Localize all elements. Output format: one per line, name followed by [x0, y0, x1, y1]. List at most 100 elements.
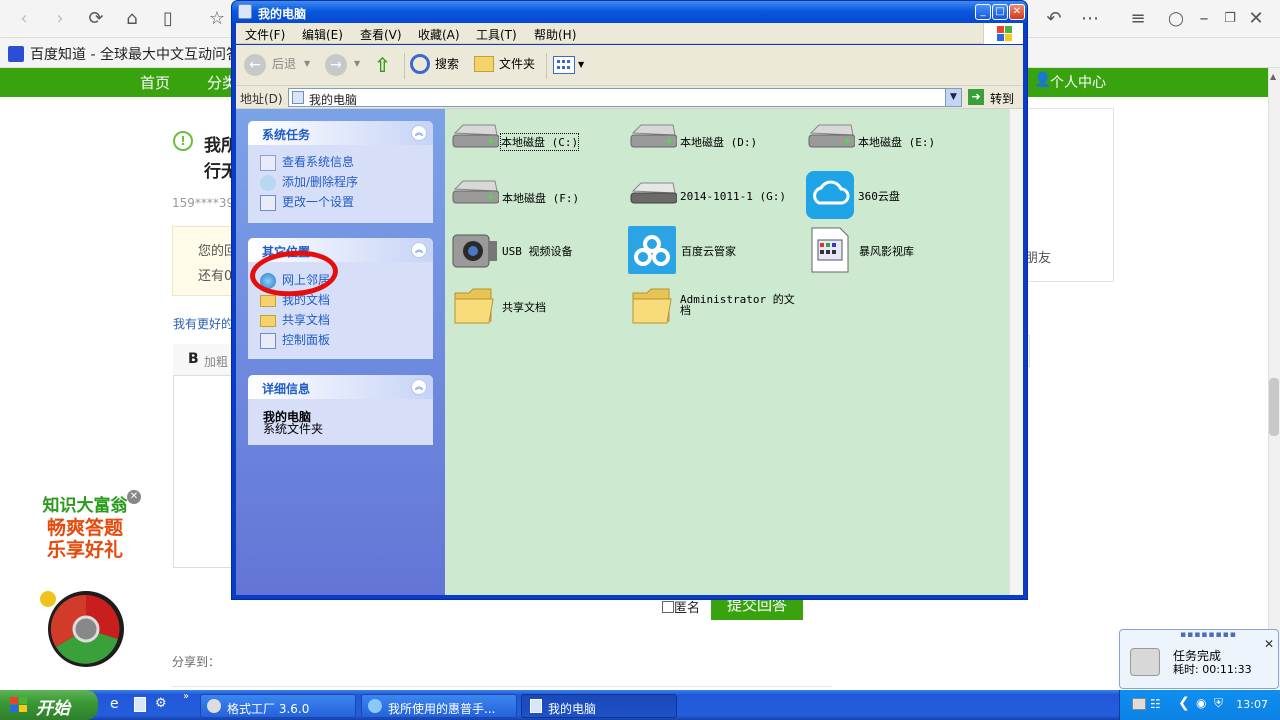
place-control-panel[interactable]: 控制面板 [260, 331, 330, 349]
back-arrow-icon[interactable]: ‹ [12, 7, 36, 31]
shield-icon[interactable]: ⛨ [1214, 696, 1223, 711]
hard-drive-icon [808, 124, 855, 148]
restore-icon[interactable]: ❐ [1218, 7, 1242, 31]
start-button[interactable]: 开始 [0, 690, 98, 720]
window-title: 我的电脑 [258, 7, 307, 21]
views-dropdown-icon[interactable]: ▼ [578, 60, 584, 69]
reading-view-icon[interactable]: ▯ [156, 7, 180, 31]
menu-view[interactable]: 查看(V) [360, 26, 402, 43]
ad-close-icon[interactable]: ✕ [127, 490, 141, 504]
bold-label[interactable]: 加粗 [204, 353, 228, 370]
menu-help[interactable]: 帮助(H) [534, 26, 576, 43]
task-complete-notification[interactable]: ▪▪▪▪▪▪▪▪ 任务完成 耗时: 00:11:33 ✕ [1119, 629, 1279, 689]
anonymous-checkbox[interactable] [662, 601, 674, 613]
home-icon[interactable]: ⌂ [120, 7, 144, 31]
my-computer-icon [530, 699, 542, 713]
address-field[interactable]: 我的电脑 ▼ [288, 88, 962, 107]
go-arrow-icon: ➜ [968, 89, 984, 105]
undo-icon[interactable]: ↶ [1042, 7, 1066, 31]
back-circle-icon[interactable]: ← [244, 54, 266, 76]
collapse-icon[interactable]: ︽ [411, 125, 427, 141]
task-format-factory[interactable]: 格式工厂 3.6.0 [200, 694, 356, 718]
back-dropdown-icon[interactable]: ▼ [304, 59, 310, 68]
system-tasks-panel: 系统任务 ︽ 查看系统信息 添加/删除程序 更改一个设置 [248, 121, 433, 223]
bold-icon[interactable]: B [188, 351, 199, 367]
windows-flag-icon [10, 697, 27, 712]
task-browser[interactable]: 我所使用的惠普手... [361, 694, 517, 718]
collapse-icon[interactable]: ︽ [411, 242, 427, 258]
360-cloud-drive[interactable]: 360云盘 [806, 171, 976, 221]
menu-tools[interactable]: 工具(T) [476, 26, 517, 43]
forward-dropdown-icon[interactable]: ▼ [354, 59, 360, 68]
drive-c[interactable]: 本地磁盘 (C:) [451, 121, 621, 171]
task-add-remove-programs[interactable]: 添加/删除程序 [260, 173, 358, 191]
keyboard-icon[interactable] [1132, 698, 1146, 710]
drive-f[interactable]: 本地磁盘 (F:) [451, 177, 621, 227]
drive-d[interactable]: 本地磁盘 (D:) [629, 121, 799, 171]
window-close-button[interactable]: ✕ [1009, 4, 1025, 20]
window-minimize-button[interactable]: _ [975, 4, 991, 20]
administrator-documents-folder[interactable]: Administrator 的文档 [631, 285, 811, 335]
camera-icon [452, 234, 497, 268]
ie-icon[interactable]: e [110, 696, 126, 712]
refresh-icon[interactable]: ⟳ [84, 7, 108, 31]
hard-drive-icon [630, 124, 677, 148]
task-my-computer[interactable]: 我的电脑 [521, 694, 677, 718]
nav-personal-center[interactable]: 个人中心 [1050, 72, 1106, 92]
menu-file[interactable]: 文件(F) [245, 26, 285, 43]
baofeng-video-library[interactable]: 暴风影视库 [808, 226, 978, 276]
details-panel: 详细信息 ︽ 我的电脑 系统文件夹 [248, 375, 433, 445]
task-change-setting[interactable]: 更改一个设置 [260, 193, 354, 211]
scroll-up-icon[interactable]: ▲ [1270, 72, 1276, 81]
drag-handle-icon[interactable]: ▪▪▪▪▪▪▪▪ [1180, 630, 1237, 640]
page-scrollbar-thumb[interactable] [1269, 378, 1279, 436]
anonymous-label: 匿名 [674, 601, 701, 616]
notification-close-icon[interactable]: ✕ [1264, 637, 1274, 651]
drive-g[interactable]: 2014-1011-1 (G:) [629, 177, 799, 227]
network-tray-icon[interactable]: ☷ [1150, 697, 1161, 711]
back-button[interactable]: 后退 [272, 55, 296, 72]
drive-e[interactable]: 本地磁盘 (E:) [807, 121, 977, 171]
shared-documents-folder[interactable]: 共享文档 [453, 285, 623, 335]
folders-icon[interactable] [474, 56, 494, 72]
usb-video-device[interactable]: USB 视频设备 [451, 227, 621, 277]
task-view-system-info[interactable]: 查看系统信息 [260, 153, 354, 171]
back-tray-icon[interactable]: ❮ [1178, 695, 1190, 711]
explorer-titlebar[interactable]: 我的电脑 _ □ ✕ [232, 1, 1027, 23]
favorite-star-icon[interactable]: ☆ [205, 7, 229, 31]
forward-arrow-icon[interactable]: › [48, 7, 72, 31]
menu-favorites[interactable]: 收藏(A) [418, 26, 460, 43]
quicklaunch-more-icon[interactable]: » [183, 691, 189, 702]
user-icon[interactable]: ◯ [1164, 7, 1188, 31]
window-maximize-button[interactable]: □ [992, 4, 1008, 20]
up-folder-icon[interactable]: ⇧ [374, 53, 396, 77]
collapse-icon[interactable]: ︽ [411, 379, 427, 395]
sound-icon[interactable]: ◉ [1196, 696, 1206, 710]
tab-title[interactable]: 百度知道 - 全球最大中文互动问答 [30, 44, 240, 64]
address-computer-icon [292, 91, 304, 104]
browser-quicklaunch-icon[interactable]: ⚙ [155, 696, 171, 712]
more-icon[interactable]: ⋯ [1078, 7, 1102, 31]
start-label: 开始 [36, 699, 70, 719]
close-icon[interactable]: ✕ [1244, 7, 1268, 31]
nav-home[interactable]: 首页 [140, 72, 170, 93]
promo-ad[interactable]: 知识大富翁 畅爽答题 乐享好礼 [30, 495, 140, 675]
show-desktop-icon[interactable] [134, 697, 146, 712]
browser-icon [368, 699, 382, 713]
search-icon[interactable] [410, 54, 430, 74]
search-button[interactable]: 搜索 [435, 55, 459, 72]
baidu-cloud-manager[interactable]: 百度云管家 [628, 226, 798, 276]
place-shared-documents[interactable]: 共享文档 [260, 311, 330, 328]
menu-edit[interactable]: 编辑(E) [302, 26, 343, 43]
go-button[interactable]: ➜ 转到 [968, 88, 1020, 107]
minimize-icon[interactable]: – [1192, 7, 1216, 31]
explorer-scrollbar[interactable] [1009, 109, 1023, 595]
views-icon[interactable] [553, 56, 575, 74]
hard-drive-icon [452, 180, 499, 204]
address-dropdown-icon[interactable]: ▼ [945, 89, 961, 106]
task-pane: 系统任务 ︽ 查看系统信息 添加/删除程序 更改一个设置 其它位置 ︽ 网上邻居 我… [236, 109, 445, 595]
forward-circle-icon[interactable]: → [325, 54, 347, 76]
divider [172, 686, 832, 687]
menu-icon[interactable]: ≡ [1126, 7, 1150, 31]
folders-button[interactable]: 文件夹 [499, 55, 535, 72]
